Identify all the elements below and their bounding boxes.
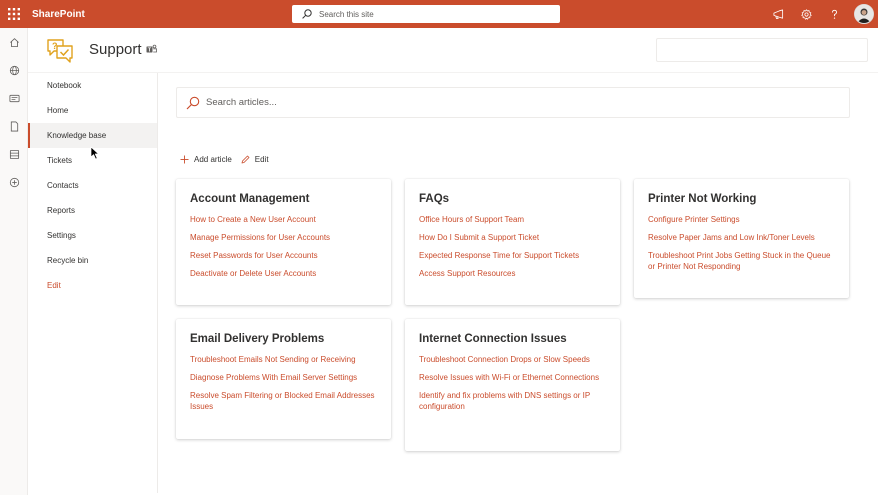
support-logo-icon[interactable]: ? [46,37,74,63]
nav-item-contacts[interactable]: Contacts [28,173,157,198]
plus-icon [180,155,189,164]
rail-create-button[interactable] [0,168,28,196]
nav-item-notebook[interactable]: Notebook [28,73,157,98]
add-article-button[interactable]: Add article [180,155,232,164]
suite-bar-actions [764,0,878,28]
teams-icon[interactable]: T [146,44,157,55]
card-title: Email Delivery Problems [190,333,325,345]
article-link[interactable]: Resolve Spam Filtering or Blocked Email … [190,390,377,412]
site-title[interactable]: Support [89,41,142,58]
nav-item-home[interactable]: Home [28,98,157,123]
article-link[interactable]: Troubleshoot Print Jobs Getting Stuck in… [648,250,835,272]
notifications-button[interactable] [764,0,792,28]
waffle-icon [8,8,20,20]
add-article-label: Add article [194,155,232,164]
category-card-account-management: Account Management How to Create a New U… [176,179,391,305]
header-action-box[interactable] [656,38,868,62]
search-icon [186,96,200,109]
site-search-placeholder: Search this site [319,9,374,19]
home-icon [9,37,19,47]
rail-files-button[interactable] [0,112,28,140]
article-link[interactable]: Diagnose Problems With Email Server Sett… [190,372,377,383]
mouse-cursor-icon [90,146,99,160]
nav-item-knowledge-base[interactable]: Knowledge base [28,123,157,148]
rail-sites-button[interactable] [0,56,28,84]
app-launcher-button[interactable] [0,0,28,28]
article-link[interactable]: How Do I Submit a Support Ticket [419,232,606,243]
edit-page-label: Edit [254,155,269,164]
category-card-internet-connection-issues: Internet Connection Issues Troubleshoot … [405,319,620,451]
edit-page-button[interactable]: Edit [241,155,269,164]
nav-item-settings[interactable]: Settings [28,223,157,248]
nav-item-recycle-bin[interactable]: Recycle bin [28,248,157,273]
command-bar: Add article Edit [180,155,278,164]
nav-item-reports[interactable]: Reports [28,198,157,223]
article-link[interactable]: Office Hours of Support Team [419,214,606,225]
card-title: Printer Not Working [648,193,757,205]
rail-news-button[interactable] [0,84,28,112]
article-link[interactable]: Resolve Paper Jams and Low Ink/Toner Lev… [648,232,835,243]
article-link[interactable]: Troubleshoot Connection Drops or Slow Sp… [419,354,606,365]
search-icon [302,9,312,19]
globe-icon [9,65,19,75]
article-link[interactable]: Configure Printer Settings [648,214,835,225]
card-title: Internet Connection Issues [419,333,567,345]
help-button[interactable] [820,0,848,28]
settings-button[interactable] [792,0,820,28]
site-header: ? Support T [28,28,878,73]
megaphone-icon [773,9,783,19]
pencil-icon [241,155,250,164]
article-link[interactable]: Troubleshoot Emails Not Sending or Recei… [190,354,377,365]
card-title: Account Management [190,193,310,205]
rail-lists-button[interactable] [0,140,28,168]
article-link[interactable]: Expected Response Time for Support Ticke… [419,250,606,261]
main-content: Search articles... Add article Edit Acco… [158,73,878,493]
category-card-faqs: FAQs Office Hours of Support Team How Do… [405,179,620,305]
document-icon [10,121,18,131]
category-card-email-delivery-problems: Email Delivery Problems Troubleshoot Ema… [176,319,391,439]
article-link[interactable]: Identify and fix problems with DNS setti… [419,390,606,412]
article-link[interactable]: Manage Permissions for User Accounts [190,232,377,243]
article-search-box[interactable]: Search articles... [176,87,850,118]
help-icon [831,9,837,19]
category-card-printer-not-working: Printer Not Working Configure Printer Se… [634,179,849,298]
gear-icon [800,8,812,20]
article-link[interactable]: Reset Passwords for User Accounts [190,250,377,261]
suite-bar: SharePoint Search this site [0,0,878,28]
list-icon [9,149,19,159]
user-photo-icon [855,5,873,23]
card-title: FAQs [419,193,450,205]
article-link[interactable]: Access Support Resources [419,268,606,279]
avatar[interactable] [854,4,874,24]
quick-launch-nav: Notebook Home Knowledge base Tickets Con… [28,73,158,493]
add-icon [9,177,19,187]
article-search-placeholder: Search articles... [206,97,277,108]
rail-home-button[interactable] [0,28,28,56]
article-link[interactable]: Resolve Issues with Wi-Fi or Ethernet Co… [419,372,606,383]
article-link[interactable]: How to Create a New User Account [190,214,377,225]
site-search-box[interactable]: Search this site [292,5,560,23]
app-bar [0,28,28,495]
nav-edit-link[interactable]: Edit [28,273,157,298]
article-link[interactable]: Deactivate or Delete User Accounts [190,268,377,279]
news-icon [9,94,19,102]
brand-name[interactable]: SharePoint [32,9,85,20]
